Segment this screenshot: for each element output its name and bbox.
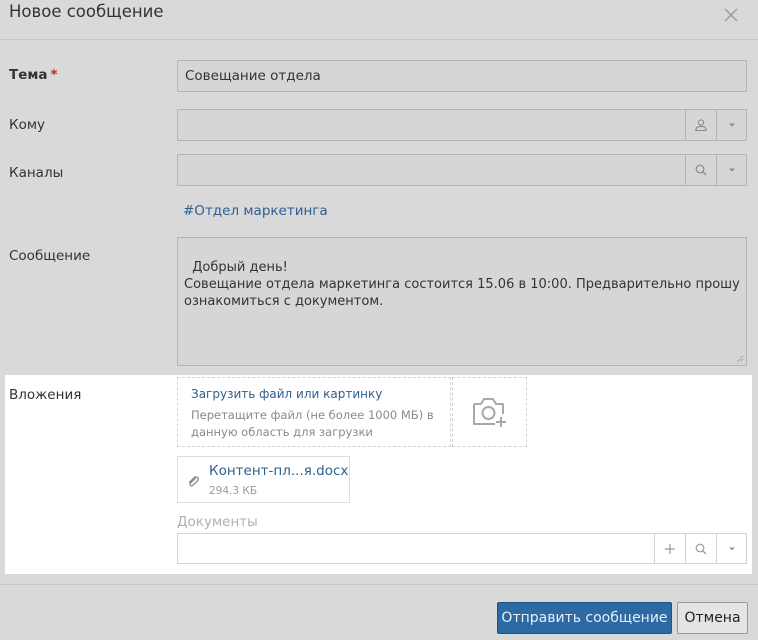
documents-label: Документы — [177, 514, 258, 530]
chevron-down-icon[interactable] — [716, 534, 747, 563]
attachment-file[interactable]: Контент-пл...я.docx 294.3 КБ — [177, 456, 350, 503]
upload-hint: Перетащите файл (не более 1000 МБ) в дан… — [191, 408, 434, 439]
chevron-down-icon[interactable] — [716, 110, 747, 140]
search-icon[interactable] — [685, 155, 716, 185]
subject-label-text: Тема — [9, 67, 48, 83]
upload-link[interactable]: Загрузить файл или картинку — [191, 387, 382, 401]
documents-field[interactable] — [177, 533, 747, 564]
paperclip-icon — [188, 476, 199, 487]
to-label: Кому — [9, 117, 46, 133]
add-photo-button[interactable] — [452, 377, 527, 447]
attachment-file-name[interactable]: Контент-пл...я.docx — [209, 463, 348, 479]
camera-plus-icon — [472, 398, 506, 427]
search-icon[interactable] — [685, 534, 716, 563]
user-icon[interactable] — [685, 110, 716, 140]
footer-divider — [0, 584, 758, 585]
cancel-button[interactable]: Отмена — [677, 602, 748, 634]
dialog-header: Новое сообщение — [0, 0, 758, 40]
attachment-file-size: 294.3 КБ — [209, 485, 258, 497]
to-field[interactable] — [177, 109, 747, 141]
send-message-button[interactable]: Отправить сообщение — [497, 602, 672, 634]
chevron-down-icon[interactable] — [716, 155, 747, 185]
message-textarea[interactable]: Добрый день! Совещание отдела маркетинга… — [177, 237, 747, 366]
resize-handle-icon[interactable] — [735, 354, 744, 363]
required-mark: * — [50, 67, 58, 83]
close-icon[interactable] — [722, 6, 740, 24]
channels-field[interactable] — [177, 154, 747, 186]
dialog-title: Новое сообщение — [9, 2, 164, 21]
channels-label: Каналы — [9, 165, 64, 181]
upload-dropzone[interactable]: Загрузить файл или картинку Перетащите ф… — [177, 377, 451, 447]
attachments-label: Вложения — [9, 387, 82, 403]
channel-tag[interactable]: #Отдел маркетинга — [183, 203, 328, 219]
plus-icon[interactable] — [654, 534, 685, 563]
message-text: Добрый день! Совещание отдела маркетинга… — [184, 260, 740, 309]
message-label: Сообщение — [9, 248, 91, 264]
subject-input[interactable]: Совещание отдела — [177, 60, 747, 92]
subject-label: Тема * — [9, 67, 58, 83]
